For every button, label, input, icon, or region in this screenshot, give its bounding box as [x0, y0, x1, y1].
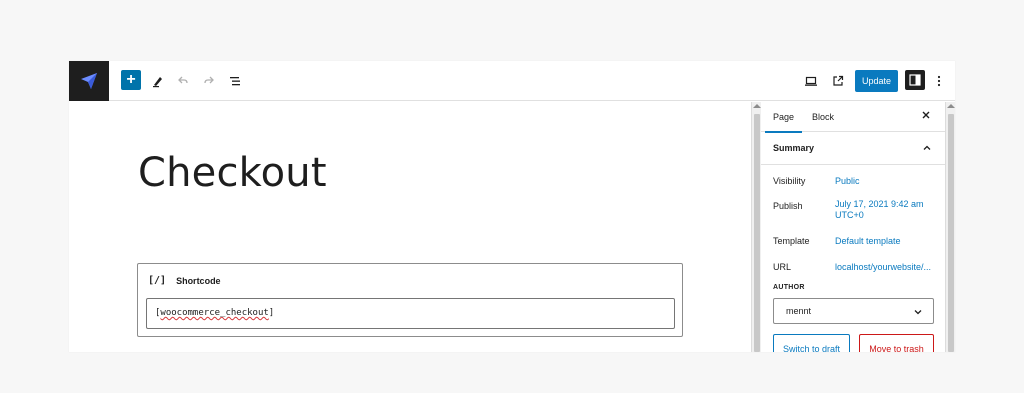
tools-button[interactable] — [147, 70, 169, 92]
update-button[interactable]: Update — [855, 70, 898, 92]
shortcode-block-label: [/] Shortcode — [148, 275, 221, 286]
list-view-icon — [230, 77, 240, 86]
vertical-ellipsis-icon — [937, 75, 941, 87]
tab-block[interactable]: Block — [812, 112, 834, 122]
preview-button[interactable] — [800, 70, 822, 92]
redo-icon — [204, 76, 214, 84]
top-toolbar: + Update — [69, 61, 955, 101]
sidebar-divider — [761, 164, 945, 165]
shortcode-label-text: Shortcode — [176, 275, 221, 286]
page-title[interactable]: Checkout — [138, 150, 327, 196]
pencil-icon — [153, 77, 162, 88]
move-to-trash-button[interactable]: Move to trash — [859, 334, 934, 352]
shortcode-block[interactable]: [/] Shortcode [woocommerce_checkout] — [137, 263, 683, 337]
document-overview-button[interactable] — [224, 70, 246, 92]
settings-sidebar: Page Block Summary Visibility Public Pub… — [761, 102, 955, 352]
shortcode-bracket-close: ] — [268, 308, 275, 318]
sidebar-scroll-up-arrow-icon[interactable] — [947, 104, 955, 108]
editor-canvas[interactable]: Checkout [/] Shortcode [woocommerce_chec… — [69, 102, 751, 352]
settings-toggle-button[interactable] — [905, 70, 925, 90]
external-link-icon — [833, 75, 844, 86]
shortcode-icon: [/] — [148, 275, 167, 286]
url-value[interactable]: localhost/yourwebsite/... — [835, 262, 931, 273]
summary-collapse-button[interactable] — [921, 141, 933, 153]
author-select[interactable]: mennt — [773, 298, 934, 324]
shortcode-value: woocommerce_checkout — [160, 308, 269, 318]
close-icon — [922, 111, 930, 119]
publish-date-value[interactable]: July 17, 2021 9:42 am UTC+0 — [835, 199, 924, 221]
chevron-up-icon — [923, 145, 931, 150]
editor-scroll-thumb[interactable] — [754, 114, 760, 352]
close-sidebar-button[interactable] — [921, 108, 931, 123]
plus-icon: + — [126, 71, 136, 88]
add-block-button[interactable]: + — [121, 70, 141, 90]
options-menu-button[interactable] — [931, 70, 947, 92]
template-label: Template — [773, 236, 810, 246]
view-page-button[interactable] — [827, 70, 849, 92]
publish-date-line: July 17, 2021 9:42 am — [835, 199, 924, 209]
visibility-label: Visibility — [773, 176, 806, 186]
author-selected-value: mennt — [786, 306, 812, 316]
publish-label: Publish — [773, 201, 803, 211]
template-value[interactable]: Default template — [835, 236, 901, 247]
sidebar-tabs: Page Block — [761, 102, 945, 133]
sidebar-panel-icon — [909, 74, 921, 86]
scroll-up-arrow-icon[interactable] — [753, 104, 761, 108]
chevron-down-icon — [913, 307, 923, 319]
undo-icon — [178, 76, 188, 84]
sidebar-scroll-thumb[interactable] — [948, 114, 954, 352]
summary-panel-title[interactable]: Summary — [773, 143, 933, 153]
redo-button[interactable] — [198, 70, 220, 92]
undo-button[interactable] — [172, 70, 194, 92]
url-label: URL — [773, 262, 792, 272]
laptop-icon — [805, 76, 817, 86]
tab-page[interactable]: Page — [764, 112, 803, 133]
editor-window: + Update Checkout [/] Shortcode [woocomm… — [69, 61, 955, 352]
site-logo-icon[interactable] — [69, 61, 109, 101]
visibility-value[interactable]: Public — [835, 176, 860, 187]
shortcode-input[interactable]: [woocommerce_checkout] — [146, 298, 675, 329]
sidebar-scrollbar[interactable] — [945, 102, 955, 352]
switch-to-draft-button[interactable]: Switch to draft — [773, 334, 850, 352]
editor-scrollbar[interactable] — [751, 102, 761, 352]
publish-timezone-line: UTC+0 — [835, 210, 864, 220]
author-heading: AUTHOR — [773, 284, 805, 291]
